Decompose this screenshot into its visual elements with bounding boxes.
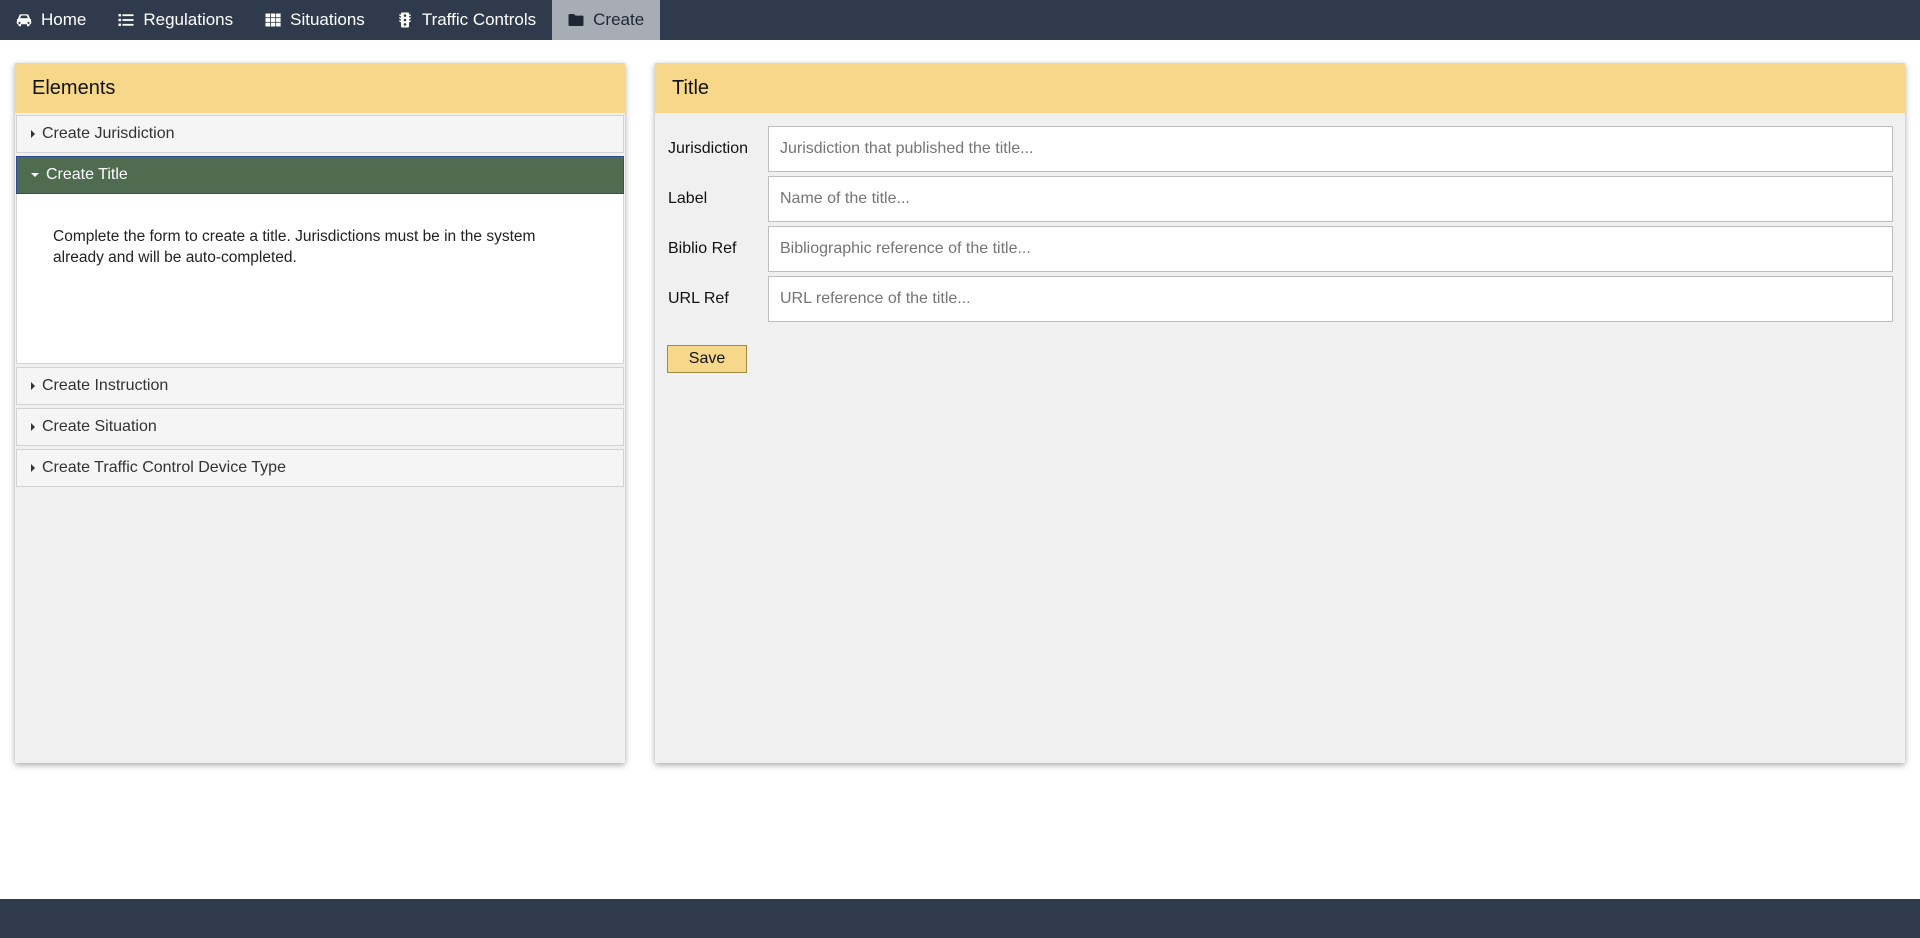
accordion-label: Create Situation: [42, 418, 157, 435]
accordion-create-situation[interactable]: Create Situation: [16, 408, 624, 446]
jurisdiction-label: Jurisdiction: [668, 140, 749, 157]
nav-traffic-controls-label: Traffic Controls: [421, 10, 537, 29]
caret-right-icon: [31, 382, 35, 390]
biblio-ref-input[interactable]: [768, 226, 1893, 272]
title-form-panel-title: Title: [655, 63, 1905, 113]
accordion-label: Create Title: [46, 166, 128, 183]
label-label: Label: [668, 190, 708, 207]
nav-regulations[interactable]: Regulations: [102, 0, 249, 40]
nav-home-label: Home: [41, 10, 87, 29]
list-icon: [118, 12, 134, 28]
caret-right-icon: [31, 423, 35, 431]
create-title-form: Jurisdiction Label Biblio Ref URL Ref Sa…: [655, 113, 1905, 373]
elements-panel-title: Elements: [15, 63, 625, 113]
elements-accordion: Create Jurisdiction Create Title Complet…: [15, 113, 625, 487]
nav-create[interactable]: Create: [552, 0, 661, 40]
url-ref-label: URL Ref: [668, 290, 729, 307]
footer-bar: [0, 899, 1920, 938]
jurisdiction-input[interactable]: [768, 126, 1893, 172]
accordion-create-traffic-control-device-type[interactable]: Create Traffic Control Device Type: [16, 449, 624, 487]
url-ref-input[interactable]: [768, 276, 1893, 322]
nav-regulations-label: Regulations: [143, 10, 234, 29]
top-navigation: Home Regulations Situations Traffic Cont…: [0, 0, 1920, 40]
nav-traffic-controls[interactable]: Traffic Controls: [381, 0, 552, 40]
accordion-create-instruction[interactable]: Create Instruction: [16, 367, 624, 405]
traffic-light-icon: [397, 12, 413, 28]
accordion-create-jurisdiction[interactable]: Create Jurisdiction: [16, 115, 624, 153]
accordion-label: Create Traffic Control Device Type: [42, 459, 286, 476]
form-row-biblio-ref: Biblio Ref: [667, 226, 1893, 272]
caret-down-icon: [31, 173, 39, 177]
form-row-label: Label: [667, 176, 1893, 222]
nav-create-label: Create: [593, 10, 645, 29]
table-icon: [265, 12, 281, 28]
caret-right-icon: [31, 130, 35, 138]
create-title-description: Complete the form to create a title. Jur…: [53, 228, 536, 266]
label-input[interactable]: [768, 176, 1893, 222]
caret-right-icon: [31, 464, 35, 472]
nav-situations[interactable]: Situations: [249, 0, 381, 40]
save-button[interactable]: Save: [667, 345, 747, 373]
car-icon: [16, 12, 32, 28]
nav-home[interactable]: Home: [0, 0, 102, 40]
nav-situations-label: Situations: [290, 10, 365, 29]
biblio-ref-label: Biblio Ref: [668, 240, 737, 257]
title-form-panel: Title Jurisdiction Label Biblio Ref URL …: [655, 63, 1905, 763]
form-row-jurisdiction: Jurisdiction: [667, 126, 1893, 172]
accordion-label: Create Instruction: [42, 377, 169, 394]
elements-panel: Elements Create Jurisdiction Create Titl…: [15, 63, 625, 763]
folder-plus-icon: [568, 12, 584, 28]
accordion-create-title[interactable]: Create Title: [16, 156, 624, 194]
accordion-create-title-body: Complete the form to create a title. Jur…: [16, 194, 624, 364]
form-row-url-ref: URL Ref: [667, 276, 1893, 322]
accordion-label: Create Jurisdiction: [42, 125, 175, 142]
